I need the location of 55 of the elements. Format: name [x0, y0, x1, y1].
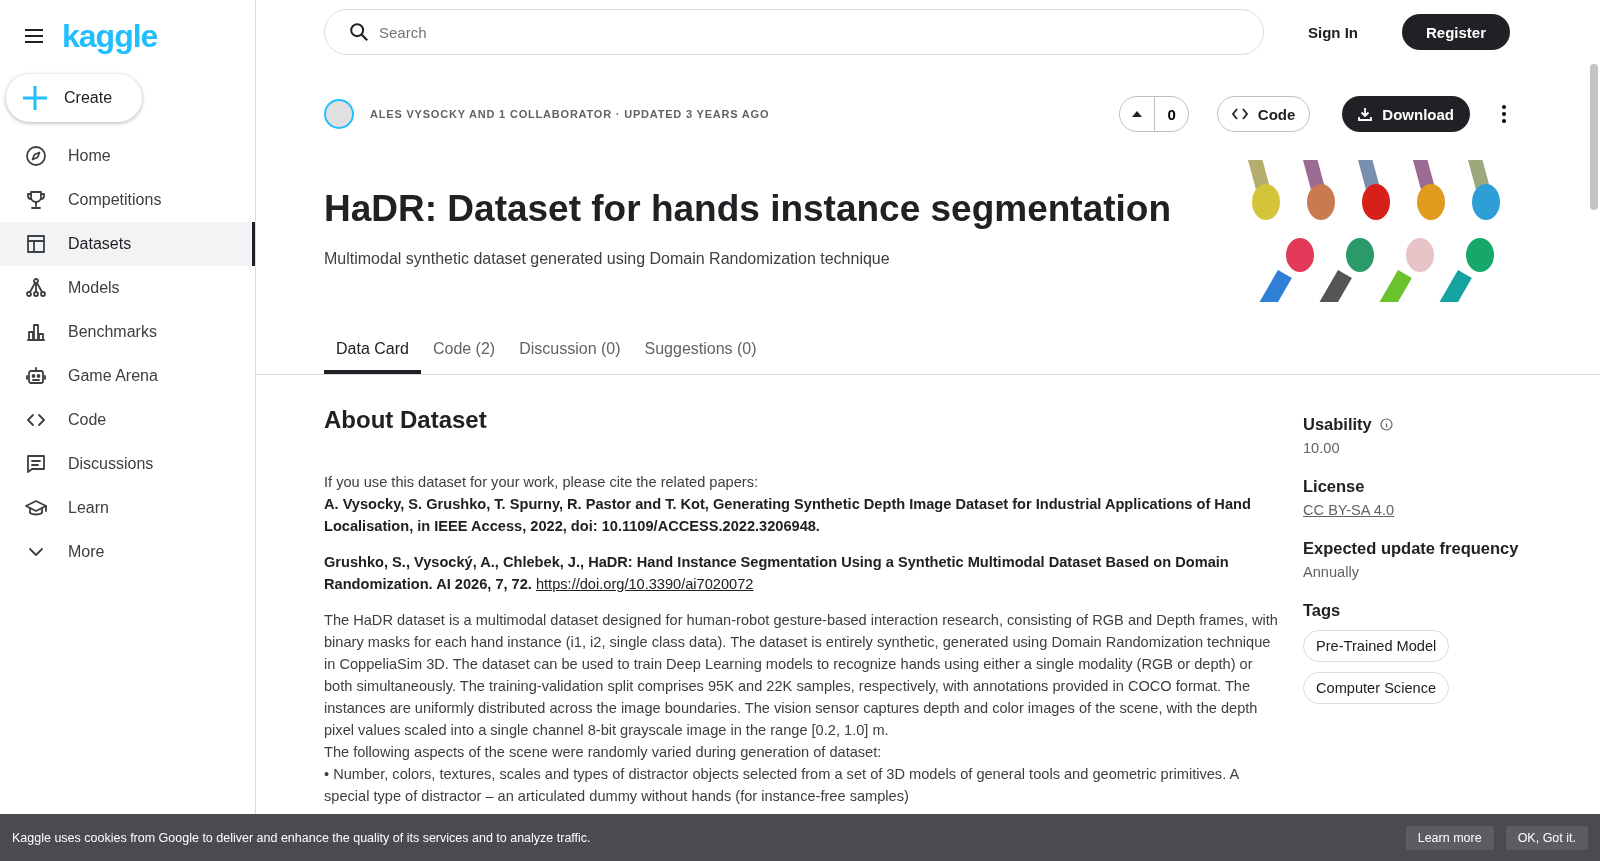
bullet-text: • Number, colors, textures, scales and types of distractor objects selected from a set of 3D models of general tools and geometric primitives. A special type of distractor – an articulated dummy without hands (for instance-free samples)	[324, 765, 1240, 806]
triangle-up-icon	[1132, 111, 1143, 117]
meta-label: Expected update frequency	[1303, 539, 1519, 558]
code-icon	[1231, 108, 1248, 120]
section-heading: About Dataset	[324, 409, 488, 431]
cookie-button[interactable]: OK, Got it.	[1505, 825, 1588, 850]
sidebar-item[interactable]: Code	[0, 398, 255, 442]
download-icon	[1358, 107, 1373, 121]
meta-label: License	[1303, 477, 1365, 496]
sidebar-item[interactable]: Competitions	[0, 178, 255, 222]
chat-icon	[24, 452, 48, 476]
cookie-button[interactable]: Learn more	[1405, 825, 1494, 850]
meta-value: 10.00	[1303, 440, 1340, 456]
citation-text: A. Vysocky, S. Grushko, T. Spurny, R. Pastor and T. Kot, Generating Synthetic Depth Image Dataset for Industrial Applications of Hand Localisation, in IEEE Access, 2022, doi: 10.1109/ACCESS.2022.3206948.	[324, 495, 1252, 536]
dataset-title: HaDR: Dataset for hands instance segmentation	[324, 188, 1173, 230]
license-link[interactable]: CC BY-SA 4.0	[1303, 502, 1395, 518]
sidebar-item[interactable]: Benchmarks	[0, 310, 255, 354]
meta-value: Annually	[1303, 564, 1359, 580]
sidebar-item[interactable]: Game Arena	[0, 354, 255, 398]
byline: ALES VYSOCKY AND 1 COLLABORATOR · UPDATED 3 YEARS AGO	[370, 108, 770, 120]
sidebar-item[interactable]: Models	[0, 266, 255, 310]
info-icon[interactable]	[1379, 418, 1393, 431]
compass-icon	[24, 144, 48, 168]
download-button[interactable]: Download	[1342, 96, 1470, 132]
table-icon	[24, 232, 48, 256]
vote-count[interactable]: 0	[1155, 97, 1188, 131]
sidebar-item[interactable]: Datasets	[0, 222, 255, 266]
sidebar-item[interactable]: More	[0, 530, 255, 574]
intro-text: If you use this dataset for your work, please cite the related papers:	[324, 473, 759, 492]
tab[interactable]: Discussion (0)	[507, 330, 633, 374]
sidebar-item[interactable]: Learn	[0, 486, 255, 530]
aspects-text: The following aspects of the scene were randomly varied during generation of dataset:	[324, 743, 883, 762]
doi-link[interactable]: https://doi.org/10.3390/ai7020072	[535, 576, 754, 592]
cookie-text: Kaggle uses cookies from Google to deliver and enhance the quality of its services and to analyze traffic.	[12, 830, 592, 845]
tab[interactable]: Suggestions (0)	[632, 330, 769, 374]
tab[interactable]: Code (2)	[420, 330, 508, 374]
nodes-icon	[24, 276, 48, 300]
tag-chip[interactable]: Pre-Trained Model	[1303, 630, 1450, 662]
dataset-subtitle: Multimodal synthetic dataset generated using Domain Randomization technique	[324, 250, 891, 268]
citation-text: Grushko, S., Vysocký, A., Chlebek, J., HaDR: Hand Instance Segmentation Using a Synthetic Multimodal Dataset Based on Domain Randomization. AI 2026, 7, 72. https://doi.org/10.3390/ai7020072	[324, 553, 1230, 594]
tag-chip[interactable]: Computer Science	[1303, 672, 1450, 704]
trophy-icon	[24, 188, 48, 212]
menu-icon[interactable]	[24, 28, 44, 44]
sidebar-item[interactable]: Home	[0, 134, 255, 178]
register-button[interactable]: Register	[1401, 14, 1510, 50]
meta-label: Usability	[1303, 415, 1372, 434]
scrollbar[interactable]	[1590, 64, 1598, 210]
search-field[interactable]: Search	[324, 9, 1264, 55]
plus-icon	[22, 85, 48, 111]
tags-heading: Tags	[1303, 601, 1341, 620]
sign-in-button[interactable]: Sign In	[1287, 15, 1378, 49]
sidebar-item[interactable]: Discussions	[0, 442, 255, 486]
create-button[interactable]: Create	[6, 74, 142, 122]
code-button[interactable]: Code	[1216, 96, 1311, 132]
description-text: The HaDR dataset is a multimodal dataset designed for human-robot gesture-based interaction research, consisting of RGB and Depth frames, with binary masks for each hand instance (i1, i2, single class data). The dataset is entirely synthetic, generated using Domain Randomization technique in CoppeliaSim 3D. The dataset can be used to train Deep Learning models to recognize hands using either a single modality (RGB or depth) or both simultaneously. The training-validation split comprises 95K and 22K samples, respectively, with annotations provided in COCO format. The instances are uniformly distributed across the image boundaries. The vision sensor captures depth and color images of the scene, with the depth pixel values scaled into a single channel 8-bit grayscale image in the range [0.2, 1.0] m.	[324, 611, 1279, 740]
